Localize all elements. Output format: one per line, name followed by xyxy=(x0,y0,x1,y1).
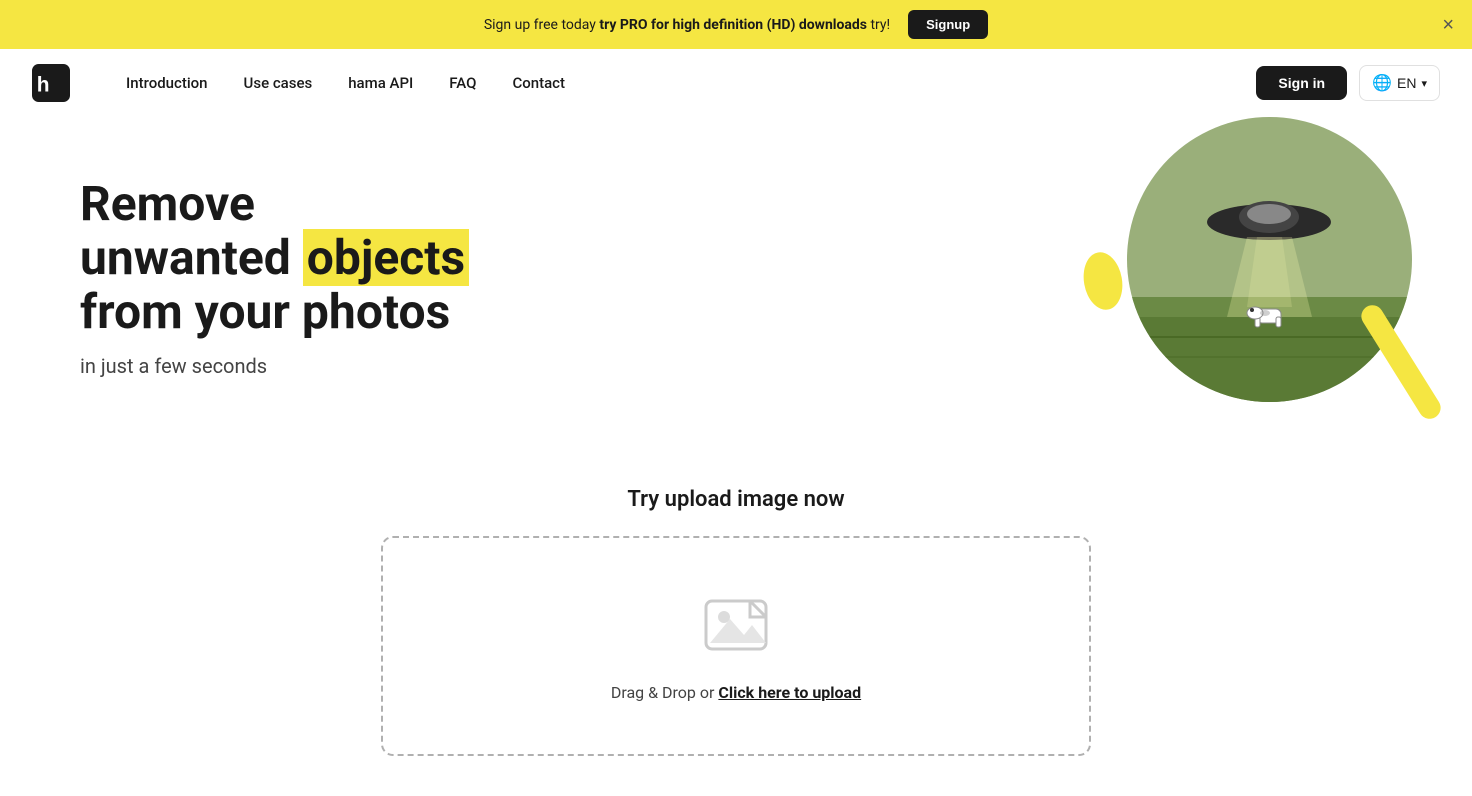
hero-line1: Remove xyxy=(80,175,255,232)
deco-blob-small xyxy=(1079,249,1126,313)
nav-right: Sign in 🌐 EN ▾ xyxy=(1256,65,1440,101)
banner-text: Sign up free today try PRO for high defi… xyxy=(484,17,890,33)
banner-suffix: try! xyxy=(867,17,890,33)
globe-icon: 🌐 xyxy=(1372,73,1392,93)
click-here-link[interactable]: Click here to upload xyxy=(718,683,861,702)
upload-section: Try upload image now Drag & Drop or Clic… xyxy=(0,457,1472,796)
hero-section: Remove unwanted objects from your photos… xyxy=(0,117,1472,457)
deco-blob-large xyxy=(1357,301,1445,423)
nav-link-api[interactable]: hama API xyxy=(348,74,413,92)
nav-links: Introduction Use cases hama API FAQ Cont… xyxy=(126,74,1256,92)
nav-link-introduction[interactable]: Introduction xyxy=(126,74,208,92)
hero-line3: from your photos xyxy=(80,283,450,340)
hero-text: Remove unwanted objects from your photos… xyxy=(80,157,469,378)
hero-title: Remove unwanted objects from your photos xyxy=(80,177,469,340)
drag-prefix: Drag & Drop or xyxy=(611,683,719,702)
promo-banner: Sign up free today try PRO for high defi… xyxy=(0,0,1472,49)
svg-text:h: h xyxy=(37,74,50,97)
upload-image-icon xyxy=(702,591,770,659)
chevron-down-icon: ▾ xyxy=(1421,77,1427,90)
banner-prefix: Sign up free today xyxy=(484,17,600,33)
nav-link-faq[interactable]: FAQ xyxy=(449,74,476,92)
upload-icon-wrap xyxy=(702,591,770,663)
language-selector[interactable]: 🌐 EN ▾ xyxy=(1359,65,1440,101)
nav-link-contact[interactable]: Contact xyxy=(512,74,565,92)
scene-svg xyxy=(1127,117,1412,402)
banner-highlight: try PRO for high definition (HD) downloa… xyxy=(599,17,867,33)
hero-image xyxy=(1052,97,1412,457)
hero-circle xyxy=(1127,117,1412,402)
hero-line2-highlight: objects xyxy=(303,229,469,286)
banner-signup-button[interactable]: Signup xyxy=(908,10,988,39)
logo-link[interactable]: h xyxy=(32,64,76,102)
sign-in-button[interactable]: Sign in xyxy=(1256,66,1347,100)
lang-label: EN xyxy=(1397,75,1416,91)
hero-line2-plain: unwanted xyxy=(80,229,291,286)
upload-title: Try upload image now xyxy=(627,487,844,512)
upload-label: Drag & Drop or Click here to upload xyxy=(611,683,861,702)
hero-subtitle: in just a few seconds xyxy=(80,354,469,378)
hama-logo-icon: h xyxy=(32,64,70,102)
banner-close-button[interactable]: × xyxy=(1442,15,1454,35)
upload-dropzone[interactable]: Drag & Drop or Click here to upload xyxy=(381,536,1091,756)
nav-link-use-cases[interactable]: Use cases xyxy=(244,74,313,92)
